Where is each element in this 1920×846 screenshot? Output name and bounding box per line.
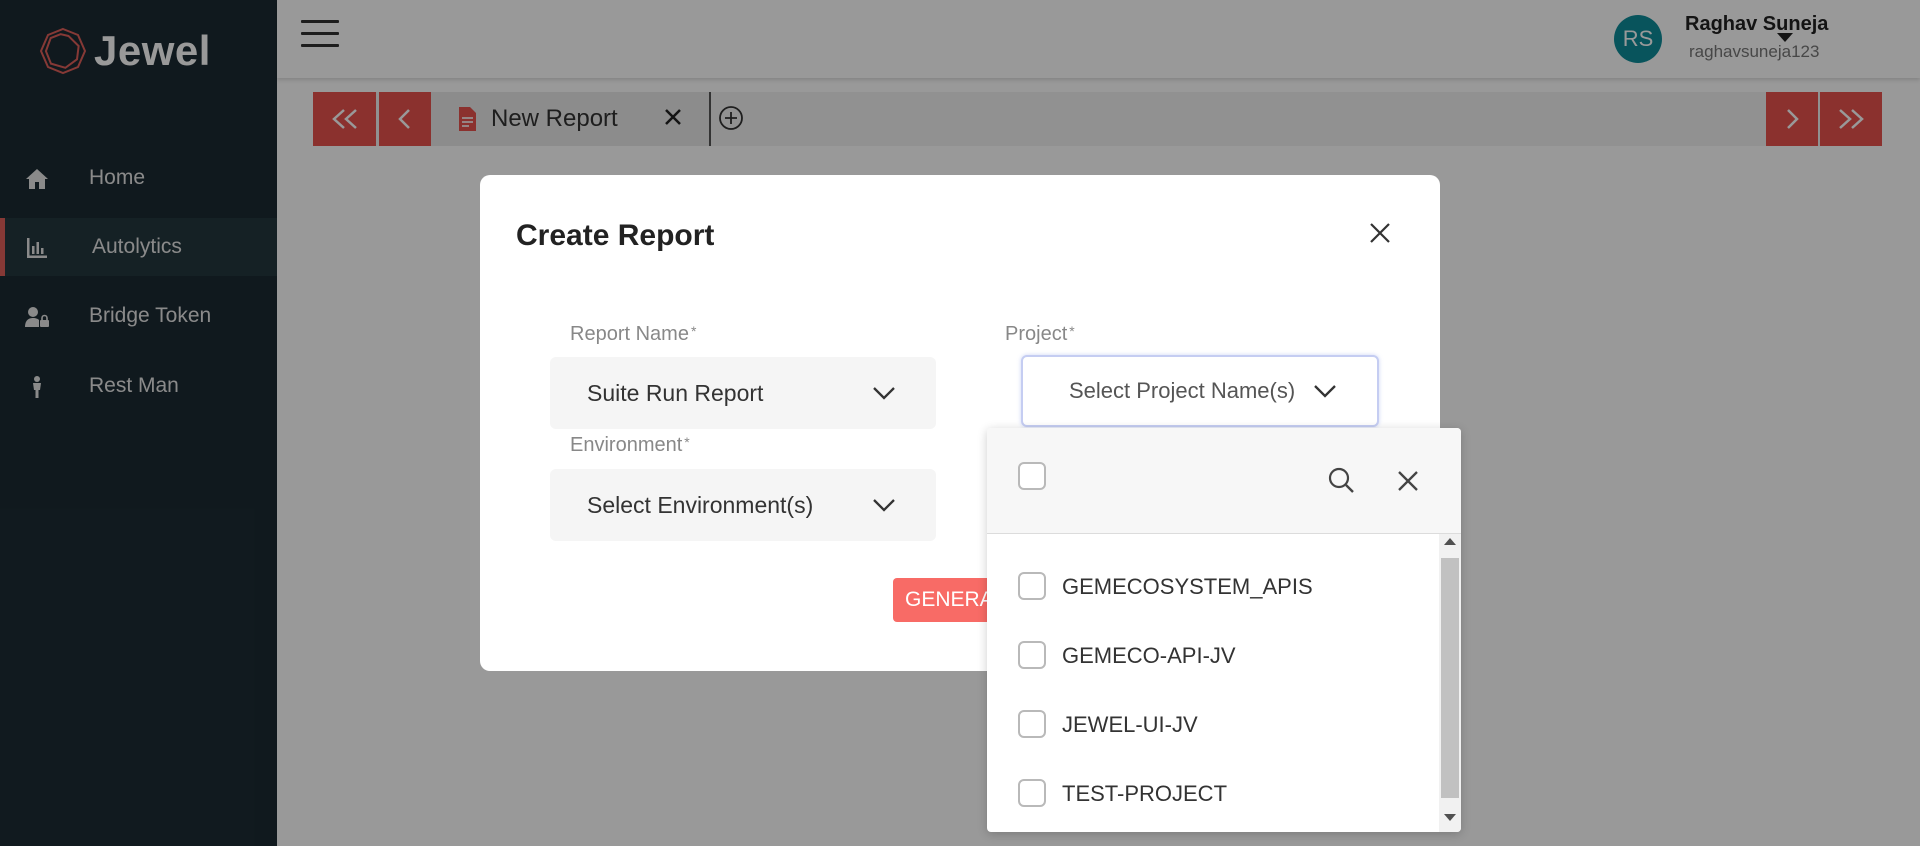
close-icon[interactable] xyxy=(1367,220,1393,246)
option-checkbox[interactable] xyxy=(1018,710,1046,738)
scroll-down-arrow-icon[interactable] xyxy=(1444,814,1456,821)
option-label: GEMECOSYSTEM_APIS xyxy=(1062,574,1313,599)
project-select[interactable]: Select Project Name(s) xyxy=(1021,355,1379,427)
list-item[interactable]: TEST-PROJECT xyxy=(987,759,1439,827)
dropdown-header xyxy=(987,428,1461,534)
search-icon[interactable] xyxy=(1327,466,1355,494)
option-checkbox[interactable] xyxy=(1018,572,1046,600)
project-dropdown: GEMECOSYSTEM_APIS GEMECO-API-JV JEWEL-UI… xyxy=(987,428,1461,832)
option-label: JEWEL-UI-JV xyxy=(1062,712,1198,737)
option-checkbox[interactable] xyxy=(1018,641,1046,669)
environment-placeholder: Select Environment(s) xyxy=(587,491,814,518)
list-item[interactable]: GEMECOSYSTEM_APIS xyxy=(987,552,1439,620)
report-name-label: Report Name * xyxy=(570,323,697,345)
environment-select[interactable]: Select Environment(s) xyxy=(550,469,936,541)
option-label: TEST-PROJECT xyxy=(1062,781,1228,806)
project-placeholder: Select Project Name(s) xyxy=(1069,378,1296,403)
option-label: GEMECO-API-JV xyxy=(1062,643,1236,668)
chevron-down-icon xyxy=(873,387,895,400)
chevron-down-icon xyxy=(873,499,895,512)
modal-title: Create Report xyxy=(516,219,715,252)
report-name-select[interactable]: Suite Run Report xyxy=(550,357,936,429)
select-all-checkbox[interactable] xyxy=(1018,462,1046,490)
scrollbar-thumb[interactable] xyxy=(1441,558,1459,798)
list-item[interactable]: GEMECO-API-JV xyxy=(987,621,1439,689)
close-icon[interactable] xyxy=(1396,469,1420,493)
environment-label: Environment * xyxy=(570,434,690,456)
report-name-value: Suite Run Report xyxy=(587,379,764,406)
list-item[interactable]: JEWEL-UI-JV xyxy=(987,690,1439,758)
option-checkbox[interactable] xyxy=(1018,779,1046,807)
project-label: Project * xyxy=(1005,323,1075,345)
scroll-up-arrow-icon[interactable] xyxy=(1444,538,1456,545)
chevron-down-icon xyxy=(1314,385,1336,398)
